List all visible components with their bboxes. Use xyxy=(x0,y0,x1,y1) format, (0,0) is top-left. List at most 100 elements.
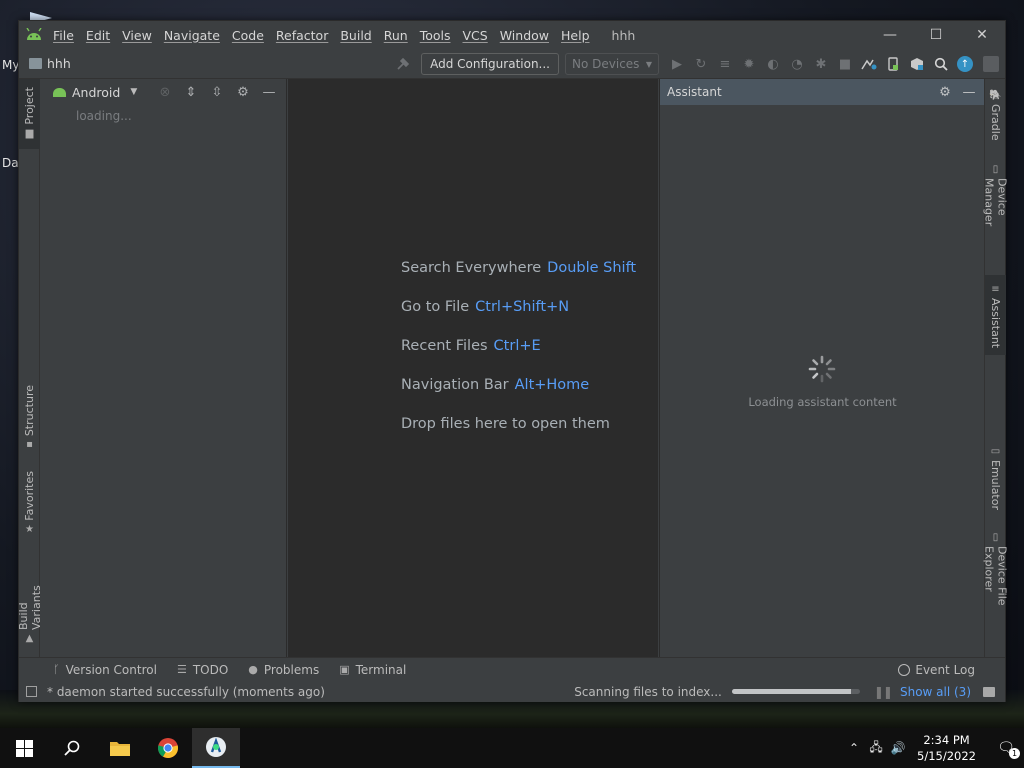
hide-panel-icon[interactable]: — xyxy=(256,85,282,100)
desktop-icon-label[interactable]: My xyxy=(2,58,19,72)
menu-edit[interactable]: Edit xyxy=(86,28,110,43)
background-tasks: Scanning files to index... ❚❚ Show all (… xyxy=(574,685,995,699)
status-bar: * daemon started successfully (moments a… xyxy=(19,681,1005,702)
menu-help[interactable]: Help xyxy=(561,28,590,43)
windows-logo-icon xyxy=(15,739,33,757)
menu-build[interactable]: Build xyxy=(340,28,371,43)
taskbar-file-explorer[interactable] xyxy=(96,728,144,768)
tool-tab-emulator[interactable]: ▭ Emulator xyxy=(985,443,1006,513)
menu-tools[interactable]: Tools xyxy=(420,28,451,43)
taskbar-search-button[interactable] xyxy=(48,728,96,768)
hint-label: Recent Files xyxy=(401,338,488,354)
menu-code[interactable]: Code xyxy=(232,28,264,43)
taskbar-android-studio[interactable] xyxy=(192,728,240,768)
maximize-button[interactable]: ☐ xyxy=(913,21,959,49)
menu-run[interactable]: Run xyxy=(384,28,408,43)
layout-inspector-icon[interactable] xyxy=(983,56,999,72)
tool-tab-project[interactable]: Project ▆ xyxy=(19,79,40,149)
locate-file-icon[interactable]: ⊗ xyxy=(152,85,178,100)
gear-icon[interactable]: ⚙ xyxy=(933,85,957,100)
sdk-manager-icon[interactable] xyxy=(905,53,929,75)
tool-tab-device-file-explorer[interactable]: ▯ Device File Explorer xyxy=(983,529,1009,647)
menu-view[interactable]: View xyxy=(122,28,152,43)
sync-gradle-icon[interactable] xyxy=(857,53,881,75)
show-all-tasks-link[interactable]: Show all (3) xyxy=(900,685,971,699)
window-controls: — ☐ ✕ xyxy=(867,21,1005,49)
toggle-tool-windows-icon[interactable] xyxy=(26,686,37,697)
device-icon: ▯ xyxy=(992,532,999,543)
project-view-selector[interactable]: Android xyxy=(72,85,120,100)
pause-icon[interactable]: ❚❚ xyxy=(874,685,893,699)
run-icon[interactable]: ▶ xyxy=(665,53,689,75)
add-configuration-button[interactable]: Add Configuration... xyxy=(421,53,559,75)
tool-tab-gradle[interactable]: 🐘 Gradle xyxy=(985,87,1006,147)
info-icon: ● xyxy=(248,663,258,676)
taskbar-chrome[interactable] xyxy=(144,728,192,768)
hammer-build-icon[interactable] xyxy=(391,53,415,75)
breadcrumb[interactable]: hhh xyxy=(29,56,71,71)
chevron-down-icon[interactable]: ▼ xyxy=(130,87,137,97)
tool-tab-assistant[interactable]: ≡ Assistant xyxy=(985,275,1006,355)
assistant-header: Assistant ⚙ — xyxy=(660,79,985,105)
attach-debugger-icon[interactable]: ✱ xyxy=(809,53,833,75)
indexing-status[interactable]: Scanning files to index... xyxy=(574,685,722,699)
expand-all-icon[interactable]: ⇕ xyxy=(178,85,204,100)
breadcrumb-project[interactable]: hhh xyxy=(47,56,71,71)
tool-tab-structure[interactable]: Structure ▪ xyxy=(19,385,40,455)
hint-label: Drop files here to open them xyxy=(401,416,610,432)
hint-shortcut: Alt+Home xyxy=(514,377,590,393)
device-manager-icon[interactable] xyxy=(881,53,905,75)
gear-icon[interactable]: ⚙ xyxy=(230,85,256,100)
hide-panel-icon[interactable]: — xyxy=(957,85,981,100)
volume-icon[interactable]: 🔊 xyxy=(887,741,909,755)
terminal-icon: ▣ xyxy=(339,663,350,676)
assistant-loading-text: Loading assistant content xyxy=(748,395,897,409)
build-variants-icon: ▲ xyxy=(25,633,34,644)
menu-file[interactable]: File xyxy=(53,28,74,43)
stop-icon[interactable]: ■ xyxy=(833,53,857,75)
status-message[interactable]: * daemon started successfully (moments a… xyxy=(47,685,325,699)
star-icon: ★ xyxy=(25,523,34,535)
tool-tab-device-manager[interactable]: ▯ Device Manager xyxy=(983,161,1009,265)
minimize-button[interactable]: — xyxy=(867,21,913,49)
hint-shortcut: Double Shift xyxy=(547,260,637,276)
tool-tab-build-variants[interactable]: Build Variants ▲ xyxy=(17,557,43,647)
menu-navigate[interactable]: Navigate xyxy=(164,28,220,43)
profile-icon[interactable]: ◐ xyxy=(761,53,785,75)
update-icon[interactable]: ↑ xyxy=(953,53,977,75)
notifications-icon[interactable] xyxy=(983,686,995,697)
chevron-down-icon: ▼ xyxy=(645,59,652,69)
profiler-icon[interactable]: ◔ xyxy=(785,53,809,75)
device-selector[interactable]: No Devices ▼ xyxy=(565,53,659,75)
apply-changes-icon[interactable]: ↻ xyxy=(689,53,713,75)
tool-tab-terminal[interactable]: ▣ Terminal xyxy=(339,663,406,677)
tool-tab-event-log[interactable]: Event Log xyxy=(898,663,975,677)
notification-badge: 1 xyxy=(1009,748,1020,759)
tool-tab-favorites[interactable]: Favorites ★ xyxy=(19,471,40,541)
hint-shortcut: Ctrl+Shift+N xyxy=(475,299,570,315)
collapse-all-icon[interactable]: ⇳ xyxy=(204,85,230,100)
menu-vcs[interactable]: VCS xyxy=(463,28,488,43)
editor-empty-state[interactable]: Search Everywhere Double Shift Go to File… xyxy=(288,79,658,657)
hint-drop-files: Drop files here to open them xyxy=(401,416,610,432)
assistant-actions: ⚙ — xyxy=(933,85,981,100)
bottom-tool-stripe: ᚴ Version Control ☰ TODO ● Problems ▣ Te… xyxy=(19,657,1005,681)
action-center-button[interactable]: 🗨 1 xyxy=(988,740,1024,759)
start-button[interactable] xyxy=(0,728,48,768)
chevron-up-icon[interactable]: ⌃ xyxy=(843,741,865,755)
progress-fill xyxy=(731,689,851,694)
tool-tab-todo[interactable]: ☰ TODO xyxy=(177,663,228,677)
desktop-icon-label[interactable]: Da xyxy=(2,156,19,170)
search-icon[interactable] xyxy=(929,53,953,75)
system-tray: ⌃ 🖧 🔊 2:34 PM 5/15/2022 🗨 1 xyxy=(843,728,1024,768)
menu-refactor[interactable]: Refactor xyxy=(276,28,328,43)
close-button[interactable]: ✕ xyxy=(959,21,1005,49)
tool-tab-version-control[interactable]: ᚴ Version Control xyxy=(53,663,157,677)
debug-icon[interactable]: ✹ xyxy=(737,53,761,75)
taskbar-clock[interactable]: 2:34 PM 5/15/2022 xyxy=(917,732,976,764)
menu-window[interactable]: Window xyxy=(500,28,549,43)
tool-tab-problems[interactable]: ● Problems xyxy=(248,663,319,677)
network-icon[interactable]: 🖧 xyxy=(865,738,887,759)
file-explorer-icon xyxy=(110,742,130,756)
apply-code-changes-icon[interactable]: ≡ xyxy=(713,53,737,75)
